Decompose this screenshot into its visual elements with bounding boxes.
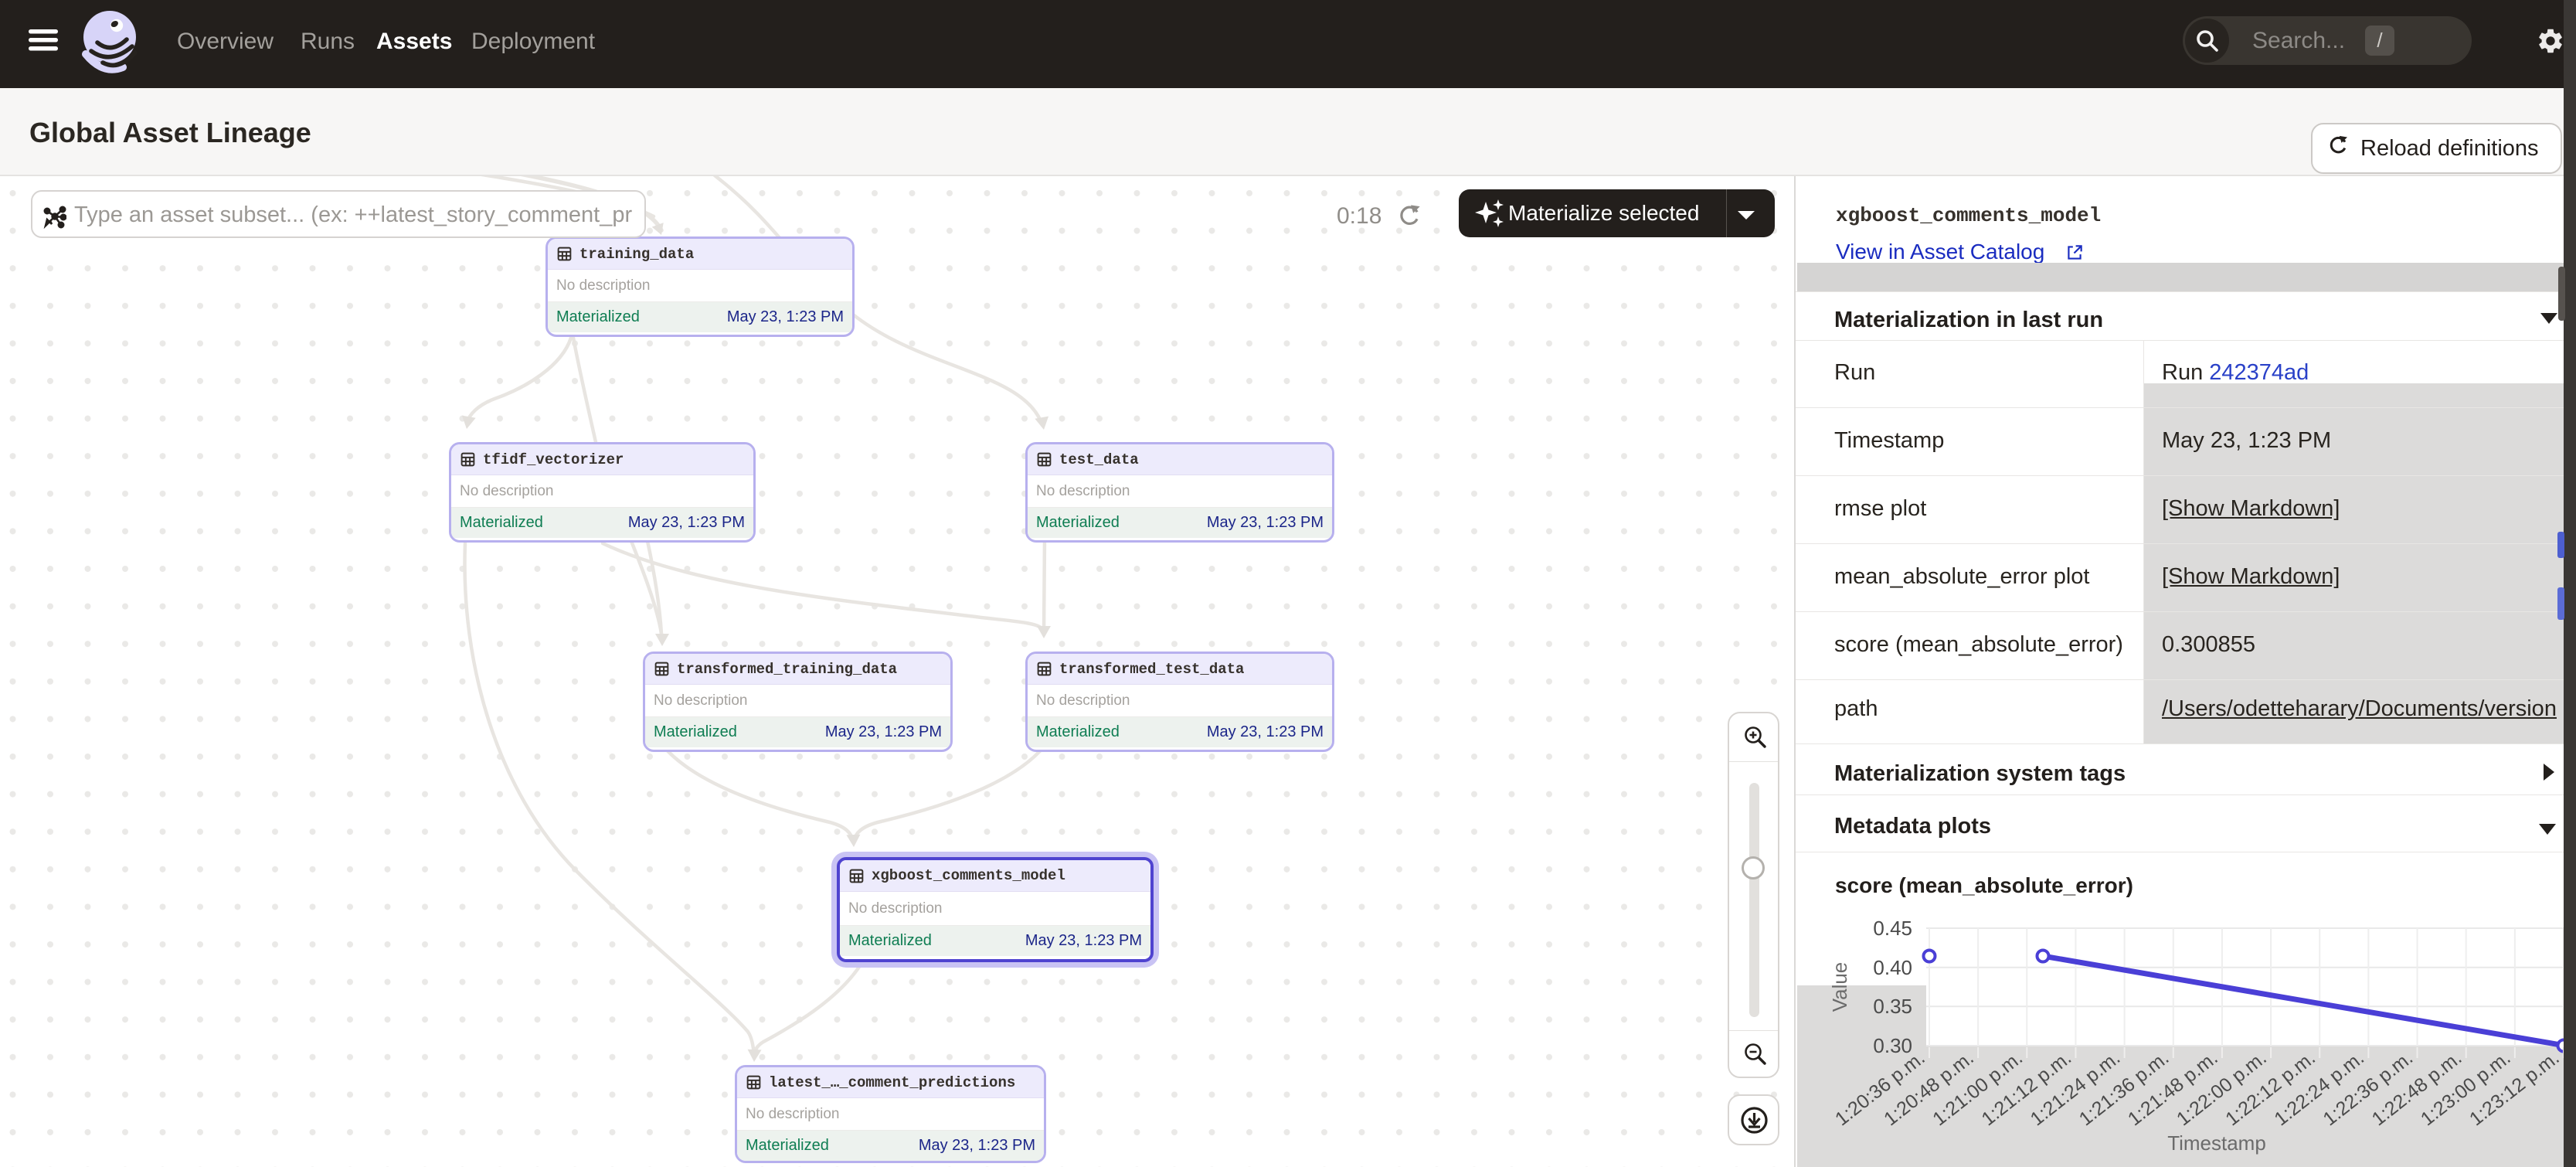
svg-text:0.35: 0.35 xyxy=(1873,995,1912,1018)
svg-text:0.45: 0.45 xyxy=(1873,917,1912,940)
svg-text:Timestamp: Timestamp xyxy=(2167,1131,2266,1155)
svg-text:Value: Value xyxy=(1828,962,1851,1012)
svg-text:0.40: 0.40 xyxy=(1873,956,1912,979)
